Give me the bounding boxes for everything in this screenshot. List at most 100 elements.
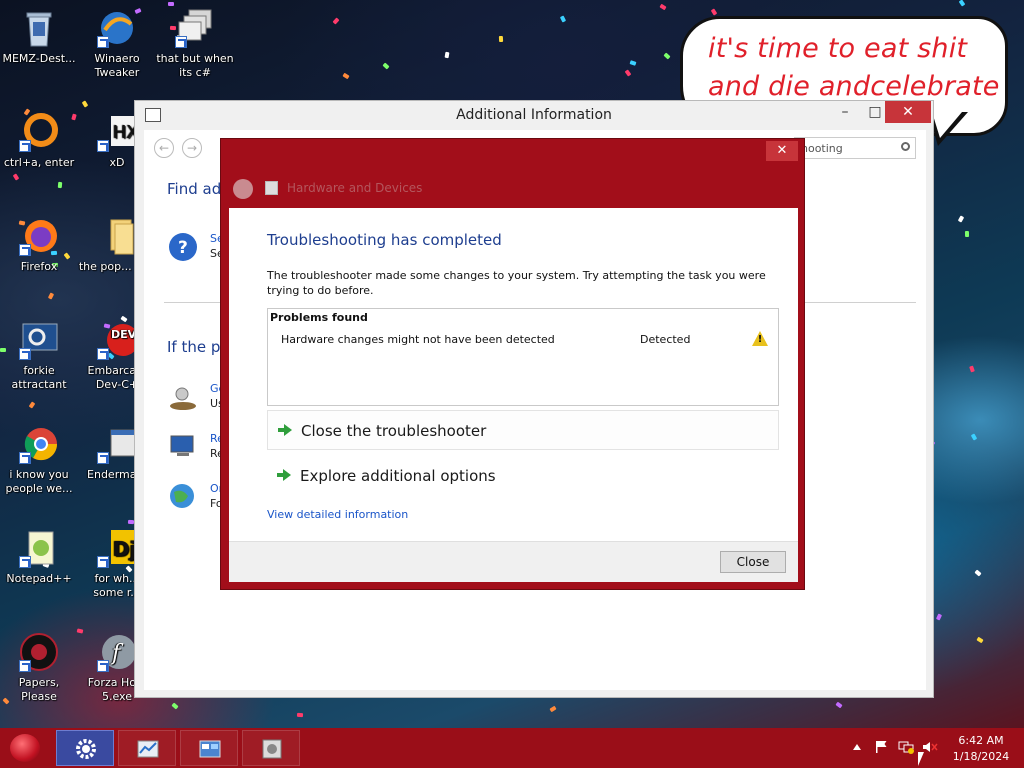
window-titlebar[interactable]: Additional Information – □ ✕ [135,101,933,129]
confetti-piece [964,230,970,238]
confetti-piece [549,705,557,713]
start-button[interactable] [10,734,40,762]
action-center-flag-icon[interactable] [875,740,889,754]
problems-found-box: Problems found Hardware changes might no… [267,308,779,406]
devcpp-icon: DEV [97,320,139,360]
close-button[interactable]: Close [720,551,786,573]
confetti-piece [629,60,637,66]
search-icon[interactable] [901,142,910,151]
dialog-content: Troubleshooting has completed The troubl… [229,208,798,582]
desktop-icon-notepadpp[interactable]: Notepad++ [0,528,78,586]
close-troubleshooter-option[interactable]: Close the troubleshooter [267,410,779,450]
window-app-icon [97,424,137,464]
shortcut-arrow-icon [175,36,187,48]
volume-muted-icon[interactable] [922,740,938,754]
desktop-icon-label: i know you people we... [5,468,73,495]
shortcut-arrow-icon [19,244,31,256]
shortcut-arrow-icon [97,556,109,568]
svg-text:DEV: DEV [111,328,137,341]
remote-assistance-icon [170,435,194,456]
papers-please-icon [19,632,59,672]
network-icon[interactable] [898,740,914,754]
desktop-icon-firefox[interactable]: Firefox [0,216,78,274]
confetti-piece [498,35,504,43]
confetti-piece [382,62,390,70]
green-arrow-icon [278,423,292,437]
confetti-piece [976,636,984,644]
confetti-piece [12,173,20,181]
desktop-icon-chrome[interactable]: i know you people we... [0,424,78,496]
confetti-piece [710,8,718,16]
problem-status: Detected [640,333,691,346]
confetti-piece [835,701,843,709]
confetti-piece [958,0,966,7]
shortcut-arrow-icon [97,348,109,360]
close-window-button[interactable]: ✕ [885,101,931,123]
troubleshooter-app-icon [265,181,278,195]
desktop-icon-papers-please[interactable]: Papers, Please [0,632,78,704]
confetti-piece [296,712,304,718]
dialog-close-x-button[interactable]: ✕ [766,141,798,161]
recycle-bin-icon [19,8,59,48]
clock-date: 1/18/2024 [952,750,1010,763]
desktop-icon-recycle-bin[interactable]: MEMZ-Dest... [0,8,78,66]
desktop-icon-label: Notepad++ [6,572,72,585]
minimize-button[interactable]: – [829,101,861,123]
view-detailed-information-link[interactable]: View detailed information [267,508,408,521]
back-arrow-icon[interactable]: ← [154,138,174,158]
explore-options-option[interactable]: Explore additional options [267,456,779,496]
taskbar: 6:42 AM 1/18/2024 [0,728,1024,768]
confetti-piece [167,1,175,7]
confetti-piece [81,100,89,108]
troubleshooter-dialog: ✕ Hardware and Devices Troubleshooting h… [220,138,805,590]
confetti-piece [332,17,340,25]
firefox-icon [19,216,59,256]
shortcut-arrow-icon [19,556,31,568]
confetti-piece [659,3,667,11]
dialog-heading: Troubleshooting has completed [267,231,502,249]
shortcut-arrow-icon [19,452,31,464]
shortcut-arrow-icon [97,140,109,152]
windows-stack-icon [175,8,215,48]
winaero-icon [97,8,137,48]
mouse-cursor [918,752,924,766]
window-title: Additional Information [456,107,612,123]
chrome-icon [19,424,59,464]
search-input-text: nooting [801,142,843,155]
notepadpp-icon [19,528,59,568]
dialog-footer: Close [229,541,798,582]
confetti-piece [342,72,350,80]
taskbar-app-control-panel[interactable] [180,730,238,766]
gear-icon [76,739,96,759]
desktop-icon-label: Firefox [20,260,58,273]
dialog-app-title: Hardware and Devices [287,181,423,195]
shortcut-arrow-icon [97,660,109,672]
taskbar-clock[interactable]: 6:42 AM 1/18/2024 [950,733,1012,765]
forward-arrow-icon[interactable]: → [182,138,202,158]
desktop-icon-label: forkie attractant [11,364,67,391]
users-icon [170,387,196,410]
orange-ring-icon [19,112,59,152]
desktop-icon-winaero[interactable]: Winaero Tweaker [78,8,156,80]
confetti-piece [559,15,567,23]
desktop-icon-label: MEMZ-Dest... [2,52,76,65]
confetti-piece [624,69,632,77]
taskbar-app-troubleshooter[interactable] [242,730,300,766]
globe-icon [170,484,194,508]
hxd-icon: HX [97,112,139,152]
taskbar-app-performance[interactable] [118,730,176,766]
show-hidden-icons-button[interactable] [853,744,861,750]
desktop-icon-label: xD [109,156,125,169]
back-button[interactable] [233,179,253,199]
search-input[interactable]: nooting [794,137,916,159]
problem-name: Hardware changes might not have been det… [281,333,555,346]
desktop-icon-windows-stack[interactable]: that but when its c# [156,8,234,80]
desktop-icon-label: ctrl+a, enter [3,156,75,169]
confetti-piece [171,702,179,710]
section-heading: If the pr [167,338,227,356]
taskbar-app-settings[interactable] [56,730,114,766]
desktop-icon-forkie[interactable]: forkie attractant [0,320,78,392]
speech-bubble-tail-fill [932,112,962,138]
desktop-icon-ctrl-a-enter[interactable]: ctrl+a, enter [0,112,78,170]
speech-bubble-text: it's time to eat shit and die andcelebra… [708,33,1000,102]
